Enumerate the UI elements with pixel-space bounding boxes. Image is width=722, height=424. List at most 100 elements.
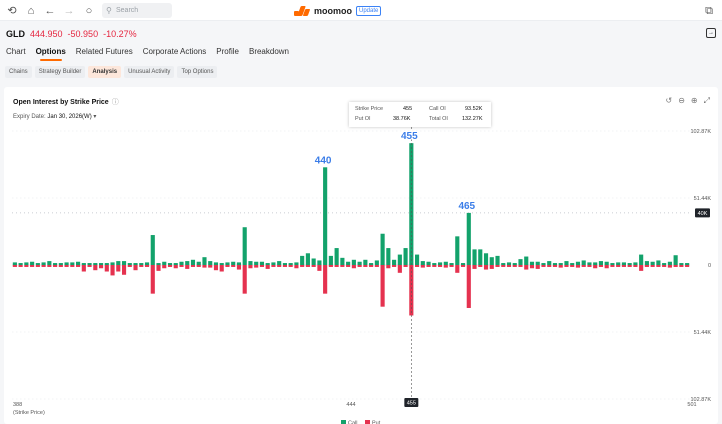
put-bar xyxy=(466,265,471,308)
put-bar xyxy=(506,265,512,267)
call-bar xyxy=(426,261,431,265)
refresh-icon[interactable]: ○ xyxy=(82,4,96,18)
call-bar xyxy=(575,261,581,265)
put-bar xyxy=(403,265,408,267)
put-bar xyxy=(426,265,431,267)
put-bar xyxy=(185,265,190,269)
put-bar xyxy=(259,265,265,267)
put-bar xyxy=(242,265,247,294)
put-bar xyxy=(213,265,219,271)
call-bar xyxy=(231,261,236,265)
expand-panel-icon[interactable]: → xyxy=(706,28,716,38)
put-bar xyxy=(662,265,667,267)
call-bar xyxy=(12,262,17,265)
put-bar xyxy=(478,265,483,267)
price-change-percent: -10.27% xyxy=(103,29,137,39)
put-bar xyxy=(288,265,293,267)
put-bar xyxy=(340,265,345,267)
tab-related-futures[interactable]: Related Futures xyxy=(76,47,133,56)
put-bar xyxy=(685,265,690,267)
put-bar xyxy=(300,265,305,267)
call-bar xyxy=(162,261,167,265)
call-bar xyxy=(357,261,362,265)
put-bar xyxy=(18,265,23,267)
subtab-unusual-activity[interactable]: Unusual Activity xyxy=(124,66,175,78)
put-bar xyxy=(558,265,563,268)
call-bar xyxy=(144,262,150,265)
put-bar xyxy=(98,265,104,269)
put-bar xyxy=(139,265,144,267)
put-bar xyxy=(76,265,81,267)
put-bar xyxy=(518,265,523,267)
tab-chart[interactable]: Chart xyxy=(6,47,26,56)
put-bar xyxy=(87,265,92,267)
update-button[interactable]: Update xyxy=(356,6,382,16)
call-bar xyxy=(673,255,678,265)
subtab-chains[interactable]: Chains xyxy=(5,66,32,78)
call-bar xyxy=(564,261,569,265)
put-bar xyxy=(190,265,196,267)
put-bar xyxy=(133,265,138,271)
subtab-top-options[interactable]: Top Options xyxy=(177,66,218,78)
tab-profile[interactable]: Profile xyxy=(216,47,239,56)
x-axis-title: (Strike Price) xyxy=(13,410,45,416)
subtab-strategy-builder[interactable]: Strategy Builder xyxy=(34,66,86,78)
moomoo-logo-icon xyxy=(294,6,311,16)
call-bar xyxy=(621,262,626,265)
legend-put-swatch xyxy=(365,420,370,424)
search-input[interactable]: ⚲ Search xyxy=(102,3,172,18)
put-bar xyxy=(231,265,236,267)
tab-options[interactable]: Options xyxy=(36,47,66,61)
put-bar xyxy=(150,265,155,294)
call-bar xyxy=(478,249,483,265)
price-change: -50.950 xyxy=(67,29,99,39)
back-arrow-icon[interactable]: ← xyxy=(43,4,57,18)
put-bar xyxy=(639,265,644,271)
history-icon[interactable]: ⟲ xyxy=(5,4,19,18)
tooltip-call-label: Call OI xyxy=(429,106,446,112)
call-bar xyxy=(466,212,471,265)
put-bar xyxy=(35,265,40,267)
put-bar xyxy=(104,265,109,272)
main-tabs: Chart Options Related Futures Corporate … xyxy=(6,47,289,61)
put-bar xyxy=(593,265,598,269)
call-bar xyxy=(380,233,385,265)
call-bar xyxy=(58,263,63,265)
call-bar xyxy=(121,261,127,265)
call-bar xyxy=(558,263,563,265)
call-bar xyxy=(277,261,282,265)
call-bar xyxy=(110,262,115,265)
call-bar xyxy=(288,263,293,265)
put-bar xyxy=(667,265,672,268)
put-bar xyxy=(144,265,150,267)
tooltip-strike-label: Strike Price xyxy=(355,106,384,112)
call-bar xyxy=(397,254,402,265)
forward-arrow-icon[interactable]: → xyxy=(62,4,76,18)
call-bar xyxy=(501,263,506,265)
call-bar xyxy=(483,253,489,265)
subtab-analysis[interactable]: Analysis xyxy=(88,66,122,78)
call-bar xyxy=(150,235,155,265)
put-bar xyxy=(311,265,316,267)
call-bar xyxy=(432,263,437,265)
open-interest-chart[interactable]: 102.87K51.44K051.44K102.87K40K388(Strike… xyxy=(4,87,718,424)
put-bar xyxy=(535,265,540,269)
put-bar xyxy=(443,265,448,268)
call-bar xyxy=(351,259,356,265)
home-icon[interactable]: ⌂ xyxy=(24,4,38,18)
tab-breakdown[interactable]: Breakdown xyxy=(249,47,289,56)
tab-corporate-actions[interactable]: Corporate Actions xyxy=(143,47,207,56)
put-bar xyxy=(547,265,552,267)
call-bar xyxy=(610,263,615,265)
call-bar xyxy=(346,261,351,265)
put-bar xyxy=(552,265,558,267)
call-bar xyxy=(512,263,517,265)
call-bar xyxy=(667,261,672,265)
call-bar xyxy=(271,262,276,265)
call-bar xyxy=(529,261,535,265)
peak-strike-label: 455 xyxy=(401,131,418,142)
call-bar xyxy=(242,227,247,265)
window-restore-icon[interactable]: ⧉ xyxy=(702,4,716,18)
put-bar xyxy=(173,265,178,269)
tooltip-put-label: Put OI xyxy=(355,116,371,122)
